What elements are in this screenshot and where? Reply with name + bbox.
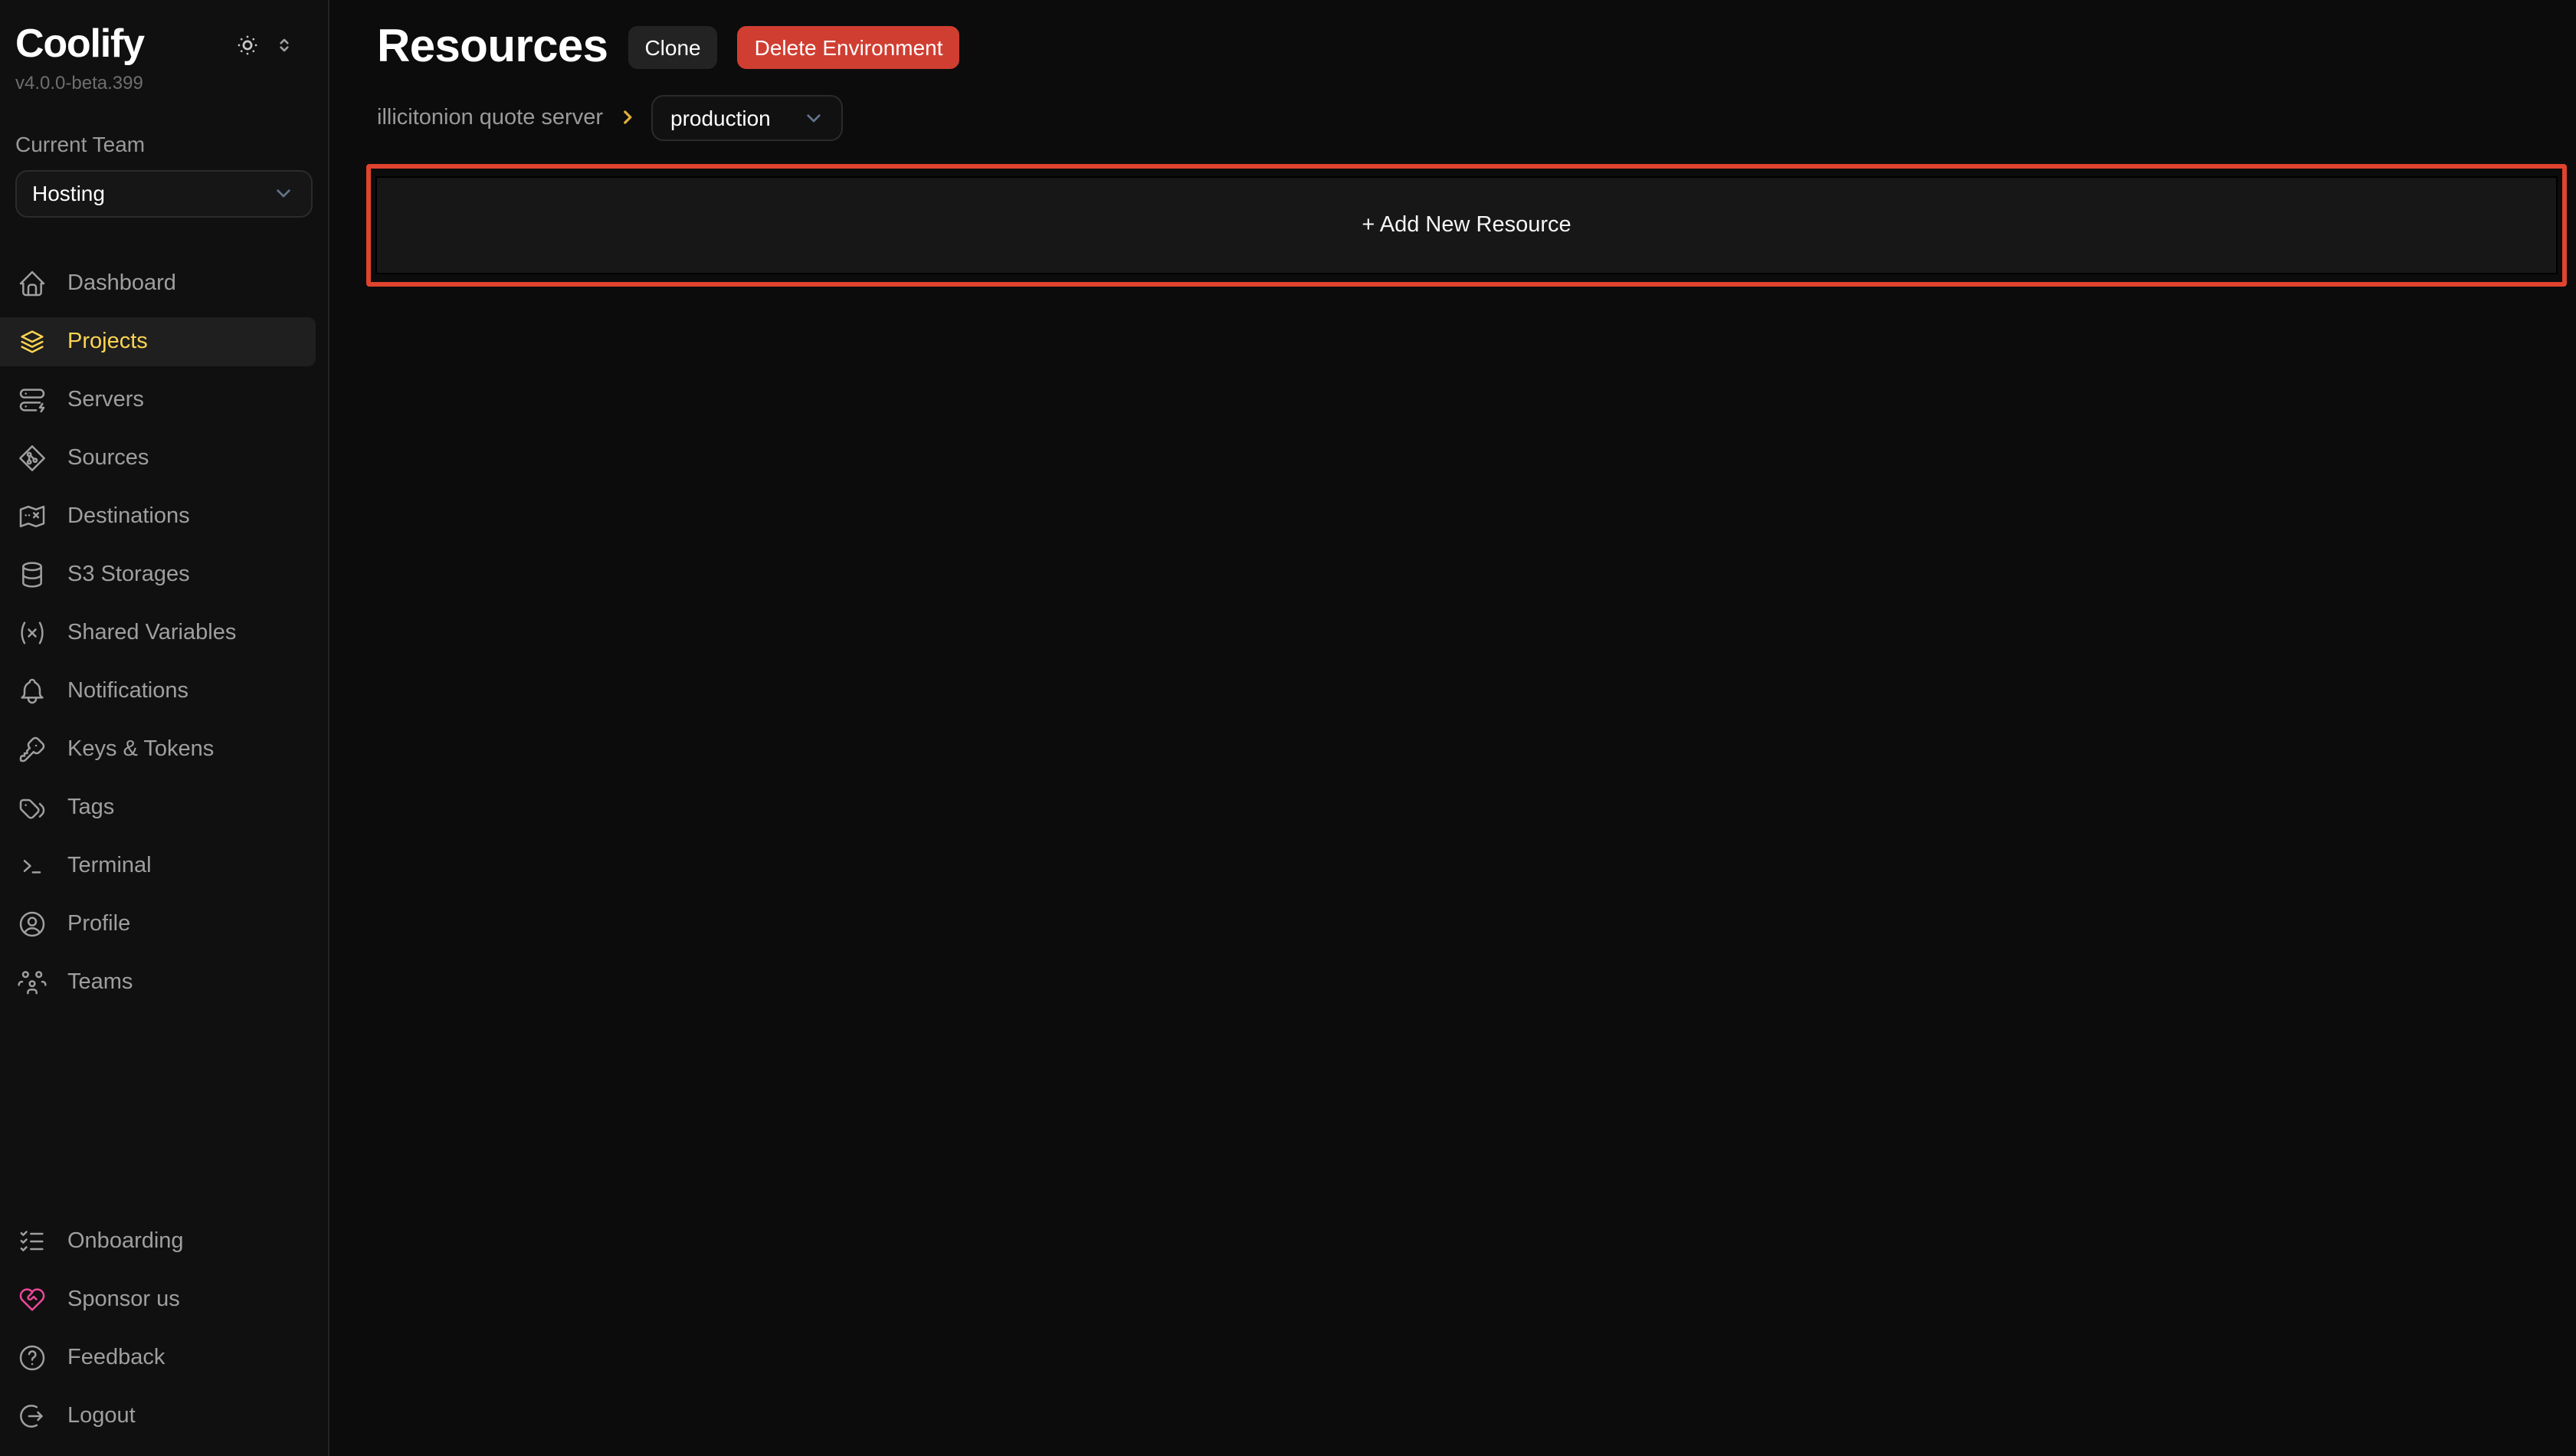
sidebar-item-label: Shared Variables	[67, 620, 236, 644]
sidebar-item-label: S3 Storages	[67, 562, 190, 586]
sidebar-item-dashboard[interactable]: Dashboard	[0, 258, 316, 307]
current-team-label: Current Team	[0, 131, 328, 156]
sidebar-item-label: Terminal	[67, 853, 152, 877]
database-icon	[17, 559, 48, 589]
sponsor-heart-icon	[17, 1284, 48, 1315]
environment-select-value: production	[670, 105, 771, 130]
version-label: v4.0.0-beta.399	[0, 71, 328, 93]
map-destination-icon	[17, 500, 48, 531]
sidebar-item-teams[interactable]: Teams	[0, 957, 316, 1006]
key-icon	[17, 733, 48, 764]
sidebar-item-shared-variables[interactable]: Shared Variables	[0, 608, 316, 657]
sidebar-item-label: Projects	[67, 329, 148, 353]
clone-button[interactable]: Clone	[628, 27, 717, 70]
main-content: Resources Clone Delete Environment illic…	[331, 0, 2576, 1456]
page-title: Resources	[377, 21, 608, 74]
sidebar-item-onboarding[interactable]: Onboarding	[0, 1217, 316, 1266]
sidebar-item-label: Onboarding	[67, 1229, 184, 1254]
sidebar-item-label: Feedback	[67, 1346, 165, 1370]
sidebar-item-profile[interactable]: Profile	[0, 899, 316, 948]
page-header: Resources Clone Delete Environment	[377, 21, 2567, 74]
sidebar-item-label: Dashboard	[67, 271, 176, 295]
sidebar-item-label: Tags	[67, 795, 114, 819]
chevron-down-icon	[271, 181, 296, 205]
sidebar-item-tags[interactable]: Tags	[0, 782, 316, 831]
projects-stack-icon	[17, 326, 48, 356]
chevron-right-icon	[617, 107, 637, 127]
sidebar-item-s3-storages[interactable]: S3 Storages	[0, 549, 316, 598]
coolify-logo: Coolify	[15, 21, 144, 65]
sidebar-item-label: Sources	[67, 445, 149, 470]
sidebar: Coolify v4.0.0-beta.399 Current Team	[0, 0, 329, 1456]
team-select[interactable]: Hosting	[15, 169, 313, 217]
sidebar-item-label: Sponsor us	[67, 1287, 180, 1312]
terminal-icon	[17, 850, 48, 880]
chevron-down-icon	[801, 105, 826, 130]
sidebar-nav: Dashboard Projects Servers Sources Destinati…	[0, 258, 328, 1006]
help-icon	[17, 1343, 48, 1373]
sidebar-item-sources[interactable]: Sources	[0, 433, 316, 482]
coolify-app: Coolify v4.0.0-beta.399 Current Team	[0, 0, 2576, 1456]
sidebar-header: Coolify	[0, 21, 328, 65]
teams-icon	[17, 966, 48, 997]
sidebar-item-keys-tokens[interactable]: Keys & Tokens	[0, 724, 316, 773]
profile-icon	[17, 908, 48, 939]
home-icon	[17, 267, 48, 298]
sidebar-item-label: Keys & Tokens	[67, 736, 214, 761]
environment-select[interactable]: production	[651, 94, 843, 140]
team-select-value: Hosting	[32, 181, 105, 205]
sidebar-item-label: Teams	[67, 969, 133, 994]
sidebar-item-feedback[interactable]: Feedback	[0, 1333, 316, 1382]
sidebar-item-destinations[interactable]: Destinations	[0, 491, 316, 540]
sidebar-item-logout[interactable]: Logout	[0, 1392, 316, 1441]
sidebar-footer-nav: Onboarding Sponsor us Feedback Logout	[0, 1217, 328, 1450]
sidebar-item-sponsor-us[interactable]: Sponsor us	[0, 1275, 316, 1324]
sidebar-item-label: Servers	[67, 387, 144, 412]
sidebar-item-label: Destinations	[67, 503, 190, 528]
sidebar-item-label: Profile	[67, 911, 130, 936]
sidebar-item-terminal[interactable]: Terminal	[0, 841, 316, 890]
add-new-resource-label: + Add New Resource	[1362, 212, 1571, 237]
sidebar-item-servers[interactable]: Servers	[0, 375, 316, 424]
sidebar-item-notifications[interactable]: Notifications	[0, 666, 316, 715]
server-icon	[17, 384, 48, 415]
git-source-icon	[17, 442, 48, 473]
add-new-resource-button[interactable]: + Add New Resource	[375, 175, 2558, 274]
delete-environment-button[interactable]: Delete Environment	[738, 27, 960, 70]
sidebar-item-projects[interactable]: Projects	[0, 316, 316, 366]
breadcrumb-project-link[interactable]: illicitonion quote server	[377, 105, 603, 130]
tags-icon	[17, 792, 48, 822]
bell-icon	[17, 675, 48, 706]
highlight-outline: + Add New Resource	[366, 163, 2567, 286]
sidebar-collapse-selector-icon[interactable]	[274, 35, 294, 55]
sidebar-item-label: Logout	[67, 1404, 136, 1428]
checklist-icon	[17, 1226, 48, 1257]
variable-icon	[17, 617, 48, 648]
breadcrumb: illicitonion quote server production	[377, 94, 2567, 140]
logout-icon	[17, 1401, 48, 1431]
theme-sun-icon[interactable]	[234, 32, 261, 58]
sidebar-item-label: Notifications	[67, 678, 188, 703]
